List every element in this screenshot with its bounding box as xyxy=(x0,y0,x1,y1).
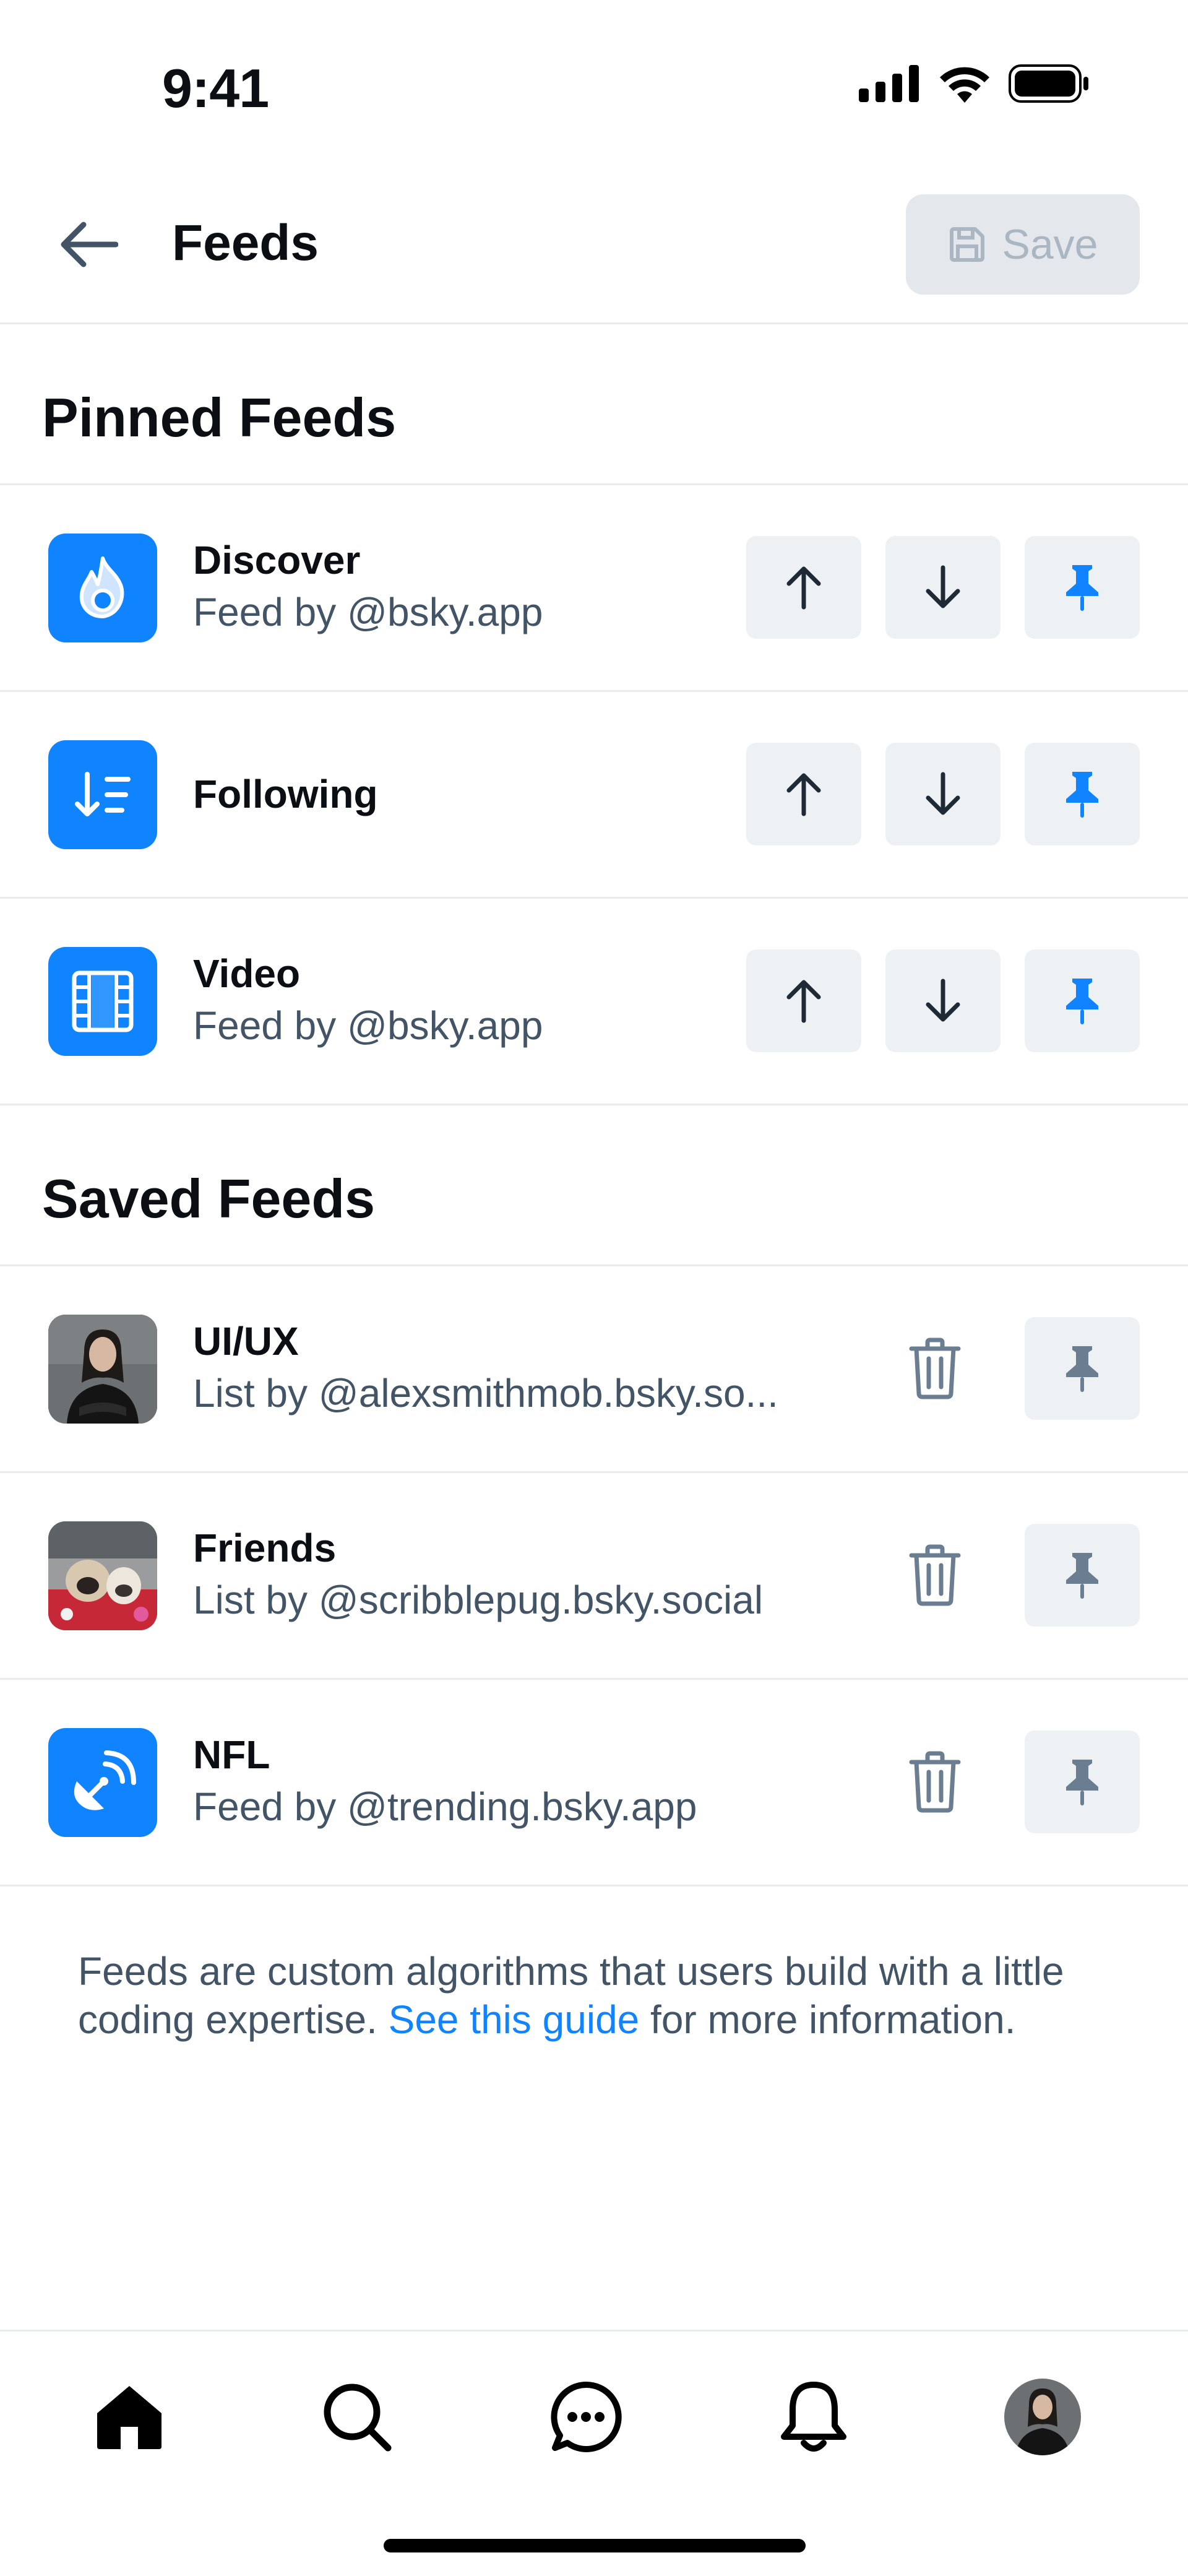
pin-icon xyxy=(1066,1553,1098,1599)
pin-button[interactable] xyxy=(1025,1317,1140,1420)
uiux-list-avatar xyxy=(48,1315,157,1424)
feed-subtitle: Feed by @bsky.app xyxy=(193,590,543,634)
pin-icon xyxy=(1066,979,1098,1024)
video-feed-avatar xyxy=(48,947,157,1056)
trash-icon xyxy=(909,1338,961,1399)
floppy-disk-icon xyxy=(949,227,984,262)
page-title: Feeds xyxy=(172,215,319,271)
nav-chat[interactable] xyxy=(540,2371,632,2463)
pin-icon xyxy=(1066,1346,1098,1392)
saved-feed-row-friends: Friends List by @scribblepug.bsky.social xyxy=(0,1473,1188,1680)
person-photo-avatar xyxy=(48,1315,157,1424)
status-time: 9:41 xyxy=(162,58,269,119)
flame-icon xyxy=(79,556,124,618)
pinned-feed-row-video: Video Feed by @bsky.app xyxy=(0,899,1188,1105)
move-down-button[interactable] xyxy=(885,743,1001,845)
arrow-up-icon xyxy=(786,980,821,1023)
satellite-dish-icon xyxy=(74,1750,136,1810)
pin-icon xyxy=(1066,772,1098,818)
nav-search[interactable] xyxy=(311,2371,403,2463)
feed-name: Discover xyxy=(193,538,361,582)
discover-feed-avatar xyxy=(48,534,157,642)
saved-feed-row-uiux: UI/UX List by @alexsmithmob.bsky.so... xyxy=(0,1266,1188,1473)
status-icons xyxy=(859,64,1089,103)
wifi-icon xyxy=(940,67,989,103)
cellular-signal-icon xyxy=(859,65,919,102)
saved-feed-row-nfl: NFL Feed by @trending.bsky.app xyxy=(0,1680,1188,1887)
remove-feed-button[interactable] xyxy=(895,1535,975,1615)
trash-icon xyxy=(909,1751,961,1813)
pin-button[interactable] xyxy=(1025,1731,1140,1833)
unpin-button[interactable] xyxy=(1025,949,1140,1052)
trash-icon xyxy=(909,1544,961,1606)
save-button[interactable]: Save xyxy=(906,194,1140,295)
sort-list-icon xyxy=(75,772,131,816)
feed-name: Video xyxy=(193,951,301,996)
arrow-up-icon xyxy=(786,566,821,610)
feed-name: UI/UX xyxy=(193,1319,299,1364)
unpin-button[interactable] xyxy=(1025,743,1140,845)
nav-profile[interactable] xyxy=(996,2371,1089,2463)
pinned-feed-row-discover: Discover Feed by @bsky.app xyxy=(0,485,1188,692)
feed-subtitle: Feed by @bsky.app xyxy=(193,1003,543,1048)
arrow-down-icon xyxy=(926,979,960,1022)
guide-link[interactable]: See this guide xyxy=(389,1997,640,2042)
saved-feeds-title: Saved Feeds xyxy=(42,1168,376,1229)
feed-subtitle: Feed by @trending.bsky.app xyxy=(193,1784,697,1829)
nfl-feed-avatar xyxy=(48,1728,157,1837)
arrow-up-icon xyxy=(786,773,821,816)
remove-feed-button[interactable] xyxy=(895,1742,975,1822)
nav-notifications[interactable] xyxy=(767,2371,860,2463)
save-label: Save xyxy=(1002,221,1098,268)
feed-name: NFL xyxy=(193,1732,270,1777)
feed-name: Friends xyxy=(193,1526,337,1570)
pinned-feed-row-following: Following xyxy=(0,692,1188,899)
home-indicator xyxy=(384,2539,806,2552)
back-button[interactable] xyxy=(48,204,129,285)
feeds-info-text: Feeds are custom algorithms that users b… xyxy=(78,1947,1080,2044)
move-down-button[interactable] xyxy=(885,536,1001,639)
pug-photo-avatar xyxy=(48,1521,157,1630)
pin-button[interactable] xyxy=(1025,1524,1140,1627)
battery-icon xyxy=(1009,64,1088,103)
avatar xyxy=(1004,2379,1081,2455)
feed-subtitle: List by @scribblepug.bsky.social xyxy=(193,1578,764,1622)
friends-list-avatar xyxy=(48,1521,157,1630)
feed-name: Following xyxy=(193,772,378,816)
home-icon xyxy=(97,2386,161,2449)
search-icon xyxy=(324,2384,392,2452)
feed-subtitle: List by @alexsmithmob.bsky.so... xyxy=(193,1371,778,1416)
pin-icon xyxy=(1066,565,1098,611)
unpin-button[interactable] xyxy=(1025,536,1140,639)
move-up-button[interactable] xyxy=(746,743,861,845)
following-feed-avatar xyxy=(48,740,157,849)
nav-home[interactable] xyxy=(83,2371,176,2463)
info-text-after: for more information. xyxy=(639,1997,1016,2042)
arrow-down-icon xyxy=(926,565,960,608)
pin-icon xyxy=(1066,1760,1098,1805)
film-icon xyxy=(72,970,134,1032)
move-up-button[interactable] xyxy=(746,949,861,1052)
move-down-button[interactable] xyxy=(885,949,1001,1052)
arrow-down-icon xyxy=(926,772,960,815)
bell-icon xyxy=(781,2382,846,2452)
pinned-feeds-title: Pinned Feeds xyxy=(42,387,397,448)
chat-bubble-icon xyxy=(551,2381,622,2452)
move-up-button[interactable] xyxy=(746,536,861,639)
arrow-left-icon xyxy=(61,222,118,267)
remove-feed-button[interactable] xyxy=(895,1328,975,1409)
